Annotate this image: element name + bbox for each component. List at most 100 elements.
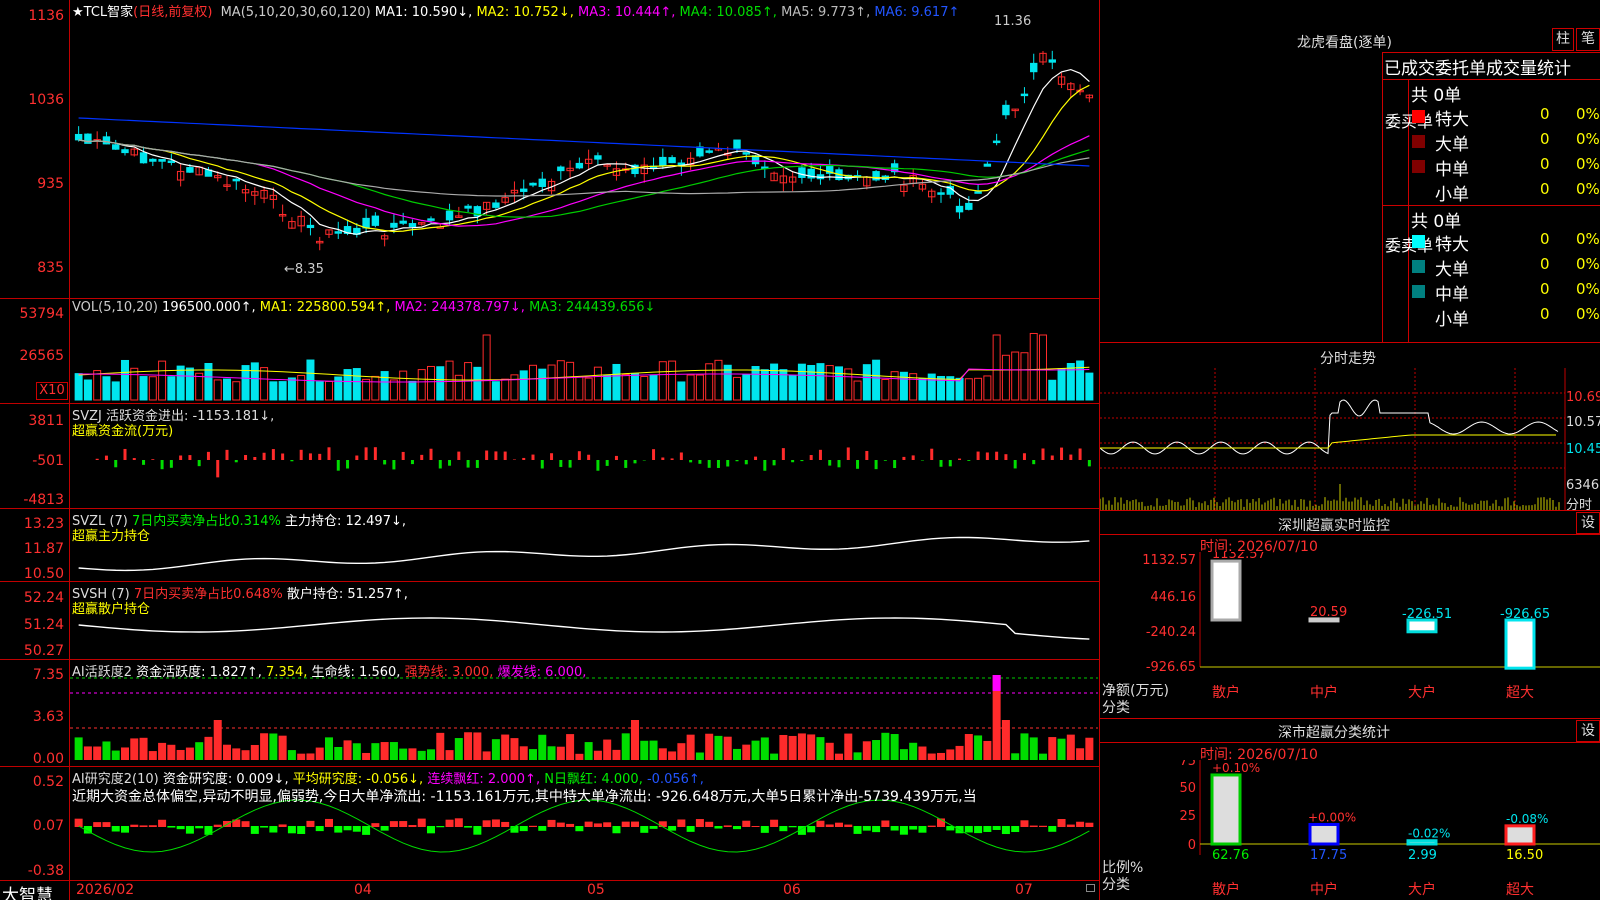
monitor-y-tick: 446.16 xyxy=(1151,590,1197,605)
activity-bar xyxy=(1020,733,1029,760)
ma6-line xyxy=(78,117,1090,167)
x-tick: 06 xyxy=(783,882,801,898)
y-tick: 1036 xyxy=(28,92,64,108)
monitor-y-tick: -240.24 xyxy=(1146,625,1196,640)
activity-bar xyxy=(111,750,120,760)
buy-row-name: 大单 xyxy=(1435,135,1469,155)
research-bar xyxy=(1020,820,1029,827)
activity-bar xyxy=(529,749,537,760)
activity-bar xyxy=(918,746,927,760)
research-bar xyxy=(584,821,593,827)
volume-bar xyxy=(491,381,500,401)
lhb-header: 已成交委托单成交量统计 xyxy=(1384,59,1571,79)
sell-row-name: 小单 xyxy=(1435,310,1469,330)
activity-bar xyxy=(816,737,825,760)
candle-body xyxy=(74,133,83,141)
vol-unit-label[interactable]: X10 xyxy=(36,382,68,400)
volume-bar xyxy=(139,376,148,401)
classstat-x-title: 分类 xyxy=(1102,877,1130,893)
research-bar xyxy=(816,820,825,827)
activity-bar xyxy=(371,743,380,760)
research-bar xyxy=(566,823,575,827)
activity-bar xyxy=(1039,753,1047,760)
buy-total: 共 0单 xyxy=(1411,86,1462,106)
activity-bar xyxy=(343,740,352,760)
activity-bar xyxy=(93,746,102,760)
activity-bar xyxy=(946,749,955,760)
volume-bar xyxy=(631,372,639,401)
activity-bar xyxy=(1029,737,1038,760)
volume-bar xyxy=(417,369,426,401)
volume-bar xyxy=(640,376,649,401)
activity-bar xyxy=(176,749,185,760)
x-tick: 04 xyxy=(354,882,372,898)
research-bar xyxy=(927,825,936,827)
kline-chart-area[interactable] xyxy=(0,0,1100,900)
volume-bar xyxy=(111,381,120,401)
volume-bar xyxy=(195,372,204,401)
research-bar xyxy=(844,824,853,827)
sell-row-pct: 0% xyxy=(1576,280,1600,298)
activity-bar xyxy=(260,733,269,760)
activity-bar xyxy=(890,734,899,760)
y-tick: -0.38 xyxy=(27,863,64,879)
research-bar xyxy=(519,826,528,832)
retail-line xyxy=(78,617,1090,640)
activity-bar xyxy=(825,742,834,760)
classstat-bar xyxy=(1406,839,1438,846)
candle-body xyxy=(705,150,713,153)
candle-body xyxy=(974,191,982,194)
candle-body xyxy=(121,149,129,154)
volume-bar xyxy=(158,360,167,401)
monitor-x-title: 分类 xyxy=(1102,700,1130,716)
activity-bar xyxy=(148,751,157,760)
candle-body xyxy=(371,215,380,226)
activity-bar xyxy=(491,739,500,760)
ma4-value: MA4: 10.085↑, xyxy=(679,5,777,20)
lock-icon[interactable] xyxy=(1086,884,1095,892)
candle-body xyxy=(334,231,342,234)
candle-body xyxy=(390,222,398,228)
ai2-average: 平均研究度: -0.056↓, xyxy=(292,772,424,787)
svzj-subtitle: 超赢资金流(万元) xyxy=(72,424,174,439)
activity-bar xyxy=(130,738,139,760)
research-bar xyxy=(556,822,565,827)
monitor-settings-button[interactable]: 设 xyxy=(1576,512,1600,534)
research-bar xyxy=(825,824,834,827)
ai1-strong-line: 强势线: 3.000, xyxy=(404,665,494,680)
buy-color-swatch xyxy=(1412,160,1425,173)
volume-bar xyxy=(649,374,658,401)
volume-bar xyxy=(185,367,194,401)
classstat-y-tick: 25 xyxy=(1179,809,1196,824)
research-bar xyxy=(74,818,83,827)
activity-bar xyxy=(473,732,482,760)
volume-bar xyxy=(232,381,241,401)
volume-bar xyxy=(974,377,983,401)
classstat-settings-button[interactable]: 设 xyxy=(1576,720,1600,742)
activity-bar xyxy=(519,746,528,760)
research-bar xyxy=(677,819,686,827)
monitor-bar-label: 20.59 xyxy=(1310,605,1347,620)
activity-bar xyxy=(408,748,417,760)
volume-bar xyxy=(148,376,157,401)
activity-bar xyxy=(1066,734,1075,760)
chart-mode[interactable]: (日线,前复权) xyxy=(133,5,212,20)
activity-bar xyxy=(835,753,843,760)
volume-bar xyxy=(287,377,296,401)
y-tick: 26565 xyxy=(19,348,64,364)
tick-mode-button[interactable]: 笔 xyxy=(1576,28,1600,51)
activity-bar xyxy=(797,733,806,760)
classstat-value: 2.99 xyxy=(1408,848,1437,863)
brand-label[interactable]: 大智慧 xyxy=(2,881,53,900)
volume-bar xyxy=(1020,352,1029,401)
intraday-chart[interactable] xyxy=(1100,368,1600,510)
activity-bar xyxy=(1057,738,1066,760)
bar-mode-button[interactable]: 柱 xyxy=(1552,28,1574,51)
volume-bar xyxy=(807,364,816,401)
stock-name[interactable]: ★TCL智家 xyxy=(72,5,133,20)
research-bar xyxy=(547,819,556,827)
activity-bar xyxy=(297,753,306,760)
y-tick: 1136 xyxy=(28,8,64,24)
volume-bar xyxy=(352,368,361,401)
volume-bar xyxy=(343,369,352,401)
